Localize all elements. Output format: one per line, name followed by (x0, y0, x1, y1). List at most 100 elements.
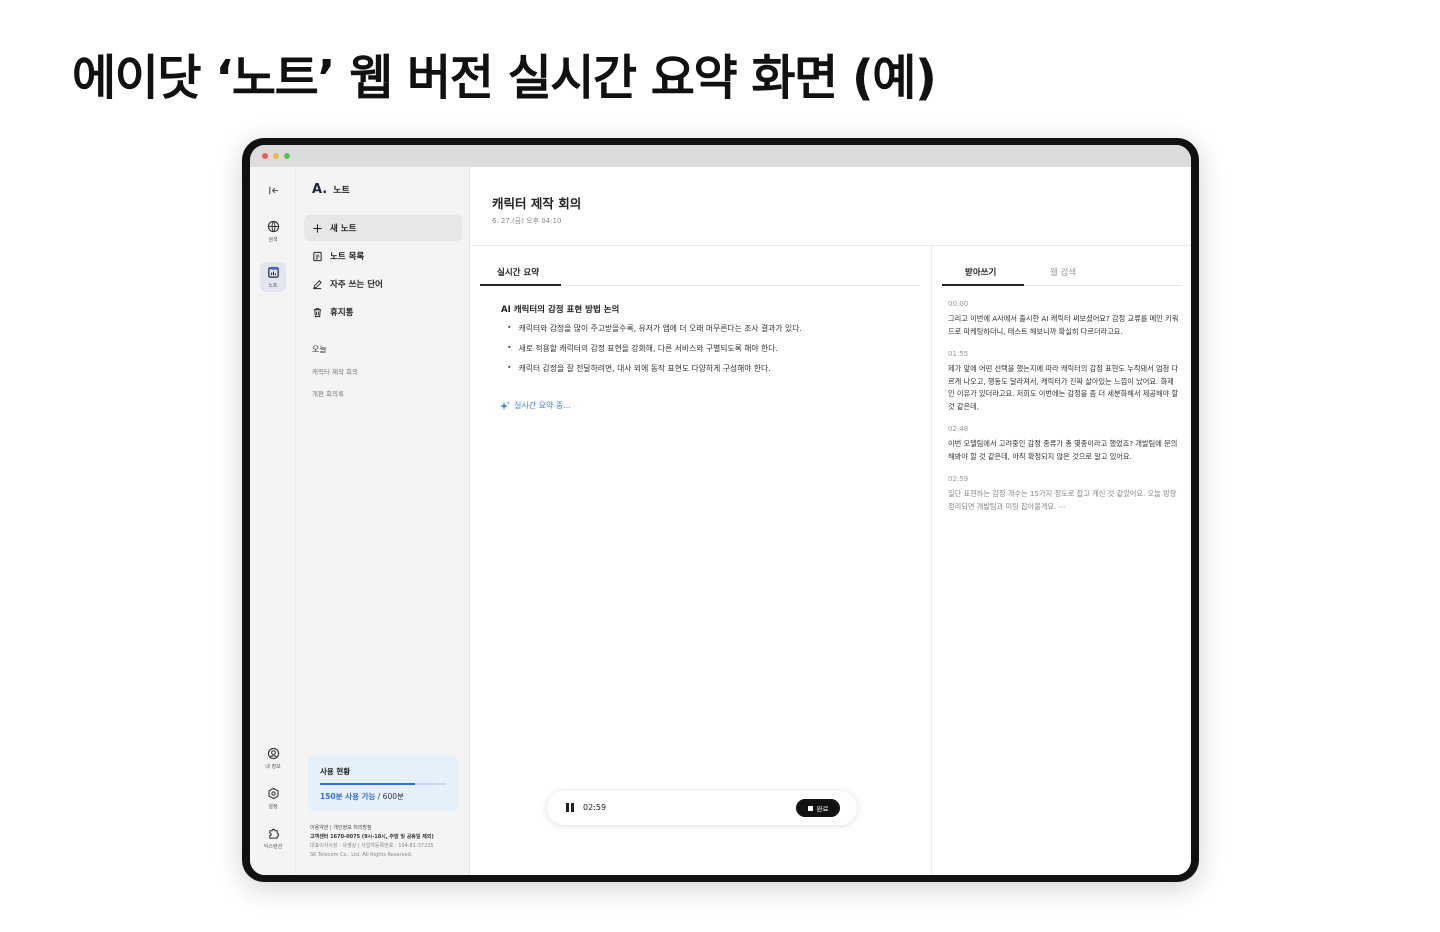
summary-tab-bar: 실시간 요약 (480, 260, 920, 286)
segment-timestamp[interactable]: 02:59 (948, 475, 1180, 483)
active-tab-indicator (942, 284, 1024, 286)
live-summary-status-text: 실시간 요약 중... (514, 401, 571, 410)
transcript-list: 00:00 그리고 이번에 A사에서 출시한 AI 캐릭터 써보셨어요? 감정 … (948, 300, 1180, 525)
pause-icon[interactable] (566, 803, 576, 813)
new-note-label: 새 노트 (330, 224, 357, 234)
plus-icon (313, 223, 322, 233)
note-icon (267, 266, 279, 278)
trash-label: 휴지통 (330, 308, 354, 318)
rail-label-profile: 내 정보 (265, 764, 281, 770)
note-sidebar: A. 노트 새 노트 노트 목록 자주 쓰는 단어 휴지통 오늘 캐릭터 제작 … (296, 167, 470, 875)
summary-bullet: 새로 적용할 캐릭터의 감정 표현을 강화해, 다른 서비스와 구별되도록 해야… (518, 344, 778, 353)
rail-label-search: 검색 (268, 237, 278, 243)
transcript-segment: 02:48 이번 모델팀에서 고려중인 감정 종류가 총 몇종이라고 했었죠? … (948, 425, 1180, 463)
transcript-segment: 02:59 일단 표현하는 감정 개수는 15가지 정도로 잡고 계신 것 같았… (948, 475, 1180, 513)
usage-title: 사용 현황 (320, 767, 351, 776)
note-list-item[interactable]: 캐릭터 제작 회의 (312, 366, 358, 376)
segment-text: 이번 모델팀에서 고려중인 감정 종류가 총 몇종이라고 했었죠? 개발팀에 문… (948, 439, 1178, 461)
globe-icon (267, 220, 279, 233)
brand-name: 노트 (333, 186, 350, 196)
summary-panel: 실시간 요약 AI 캐릭터의 감정 표현 방법 논의 • 캐릭터와 감정을 많이 … (480, 246, 920, 875)
segment-timestamp[interactable]: 00:00 (948, 300, 1180, 308)
tab-dictation[interactable]: 받아쓰기 (965, 266, 996, 278)
list-item: • 새로 적용할 캐릭터의 감정 표현을 강화해, 다른 서비스와 구별되도록 해… (507, 343, 907, 363)
footer-copyright: SK Telecom Co., Ltd. All Rights Reserved… (310, 852, 413, 858)
rail-item-profile[interactable]: 내 정보 (250, 747, 296, 770)
rail-item-settings[interactable]: 설정 (250, 787, 296, 810)
usage-available: 150분 사용 가능 (320, 792, 376, 801)
segment-text: 일단 표현하는 감정 개수는 15가지 정도로 잡고 계신 것 같았어요. 오늘… (948, 489, 1177, 511)
usage-progress-bar (320, 783, 446, 785)
tab-live-summary[interactable]: 실시간 요약 (497, 266, 539, 278)
note-list-button[interactable]: 노트 목록 (304, 243, 462, 269)
rail-label-settings: 설정 (268, 804, 278, 810)
finish-recording-button[interactable]: 완료 (796, 799, 840, 817)
new-note-button[interactable]: 새 노트 (304, 215, 462, 241)
footer-company-info: 대표이사사장 : 유영상 | 사업자등록번호 : 104-81-37225 (310, 843, 434, 849)
rail-label-extension: 익스텐션 (263, 844, 283, 850)
pencil-icon (313, 279, 322, 289)
browser-window: 검색 노트 내 정보 설정 익스텐션 A. 노트 새 노트 노트 목록 자주 쓰… (250, 145, 1191, 875)
adot-logo: A. (312, 182, 328, 197)
collapse-sidebar-button[interactable] (250, 184, 296, 197)
footer-links[interactable]: 이용약관 | 개인정보 처리방침 (310, 824, 466, 833)
transcript-segment: 01:55 제가 앞에 어떤 선택을 했는지에 따라 캐릭터의 감정 표현도 누… (948, 350, 1180, 413)
today-section-label: 오늘 (312, 345, 327, 354)
frequent-words-label: 자주 쓰는 단어 (330, 280, 383, 290)
settings-icon (267, 787, 279, 800)
trash-icon (313, 307, 322, 317)
extension-icon (268, 828, 279, 839)
segment-text: 그리고 이번에 A사에서 출시한 AI 캐릭터 써보셨어요? 감정 교류를 메인… (948, 314, 1179, 336)
maximize-window-icon[interactable] (284, 153, 290, 159)
footer-support: 고객센터 1670-0075 (9시-18시, 주말 및 공휴일 제외) (310, 834, 434, 840)
note-date: 6. 27.(금) 오후 04:10 (492, 217, 562, 225)
sparkle-icon (500, 401, 510, 410)
brand[interactable]: A. 노트 (312, 182, 350, 197)
summary-bullet: 캐릭터 감정을 잘 전달하려면, 대사 외에 동작 표현도 다양하게 구성해야 … (518, 364, 771, 373)
sidebar-footer: 이용약관 | 개인정보 처리방침 고객센터 1670-0075 (9시-18시,… (310, 824, 466, 860)
transcript-segment: 00:00 그리고 이번에 A사에서 출시한 AI 캐릭터 써보셨어요? 감정 … (948, 300, 1180, 338)
summary-bullet: 캐릭터와 감정을 많이 주고받을수록, 유저가 앱에 더 오래 머무른다는 조사… (518, 324, 802, 333)
recording-time: 02:59 (583, 803, 607, 812)
note-list-item[interactable]: 개편 회의록 (312, 388, 344, 398)
close-window-icon[interactable] (262, 153, 268, 159)
minimize-window-icon[interactable] (273, 153, 279, 159)
list-icon (313, 251, 322, 261)
transcript-tab-bar: 받아쓰기 웹 검색 (942, 260, 1182, 286)
usage-text: 150분 사용 가능 / 600분 (320, 791, 458, 802)
trash-button[interactable]: 휴지통 (304, 299, 462, 325)
note-list-label: 노트 목록 (330, 252, 365, 262)
segment-text: 제가 앞에 어떤 선택을 했는지에 따라 캐릭터의 감정 표현도 누적돼서 엄청… (948, 364, 1179, 411)
recording-bar: 02:59 완료 (547, 791, 857, 825)
window-titlebar (250, 145, 1191, 167)
list-item: • 캐릭터와 감정을 많이 주고받을수록, 유저가 앱에 더 오래 머무른다는 조… (507, 323, 907, 343)
rail-item-note[interactable]: 노트 (250, 262, 296, 292)
usage-card[interactable]: 사용 현황 150분 사용 가능 / 600분 (308, 755, 458, 811)
frequent-words-button[interactable]: 자주 쓰는 단어 (304, 271, 462, 297)
collapse-sidebar-icon (268, 186, 278, 195)
transcript-panel: 받아쓰기 웹 검색 00:00 그리고 이번에 A사에서 출시한 AI 캐릭터 … (931, 246, 1191, 875)
rail-item-extension[interactable]: 익스텐션 (250, 827, 296, 850)
icon-rail: 검색 노트 내 정보 설정 익스텐션 (250, 167, 296, 875)
usage-total: / 600분 (375, 792, 404, 801)
note-title[interactable]: 캐릭터 제작 회의 (492, 193, 581, 212)
finish-label: 완료 (816, 805, 829, 813)
segment-timestamp[interactable]: 01:55 (948, 350, 1180, 358)
stop-icon (807, 805, 813, 811)
segment-timestamp[interactable]: 02:48 (948, 425, 1180, 433)
active-tab-indicator (480, 284, 561, 286)
profile-icon (267, 747, 279, 760)
note-main: 캐릭터 제작 회의 6. 27.(금) 오후 04:10 실시간 요약 AI 캐… (470, 167, 1191, 875)
rail-active-highlight: 노트 (260, 262, 286, 292)
list-item: • 캐릭터 감정을 잘 전달하려면, 대사 외에 동작 표현도 다양하게 구성해야… (507, 363, 907, 383)
app-layout: 검색 노트 내 정보 설정 익스텐션 A. 노트 새 노트 노트 목록 자주 쓰… (250, 167, 1191, 875)
summary-topic: AI 캐릭터의 감정 표현 방법 논의 (501, 305, 620, 315)
usage-progress-fill (320, 783, 415, 785)
live-summary-status: 실시간 요약 중... (500, 400, 571, 411)
rail-item-search[interactable]: 검색 (250, 220, 296, 243)
rail-label-note: 노트 (268, 282, 278, 289)
tab-web-search[interactable]: 웹 검색 (1050, 266, 1076, 278)
page-heading: 에이닷 ‘노트’ 웹 버전 실시간 요약 화면 (예) (72, 50, 937, 106)
laptop-frame: 검색 노트 내 정보 설정 익스텐션 A. 노트 새 노트 노트 목록 자주 쓰… (242, 138, 1199, 882)
summary-list: • 캐릭터와 감정을 많이 주고받을수록, 유저가 앱에 더 오래 머무른다는 조… (507, 323, 907, 383)
